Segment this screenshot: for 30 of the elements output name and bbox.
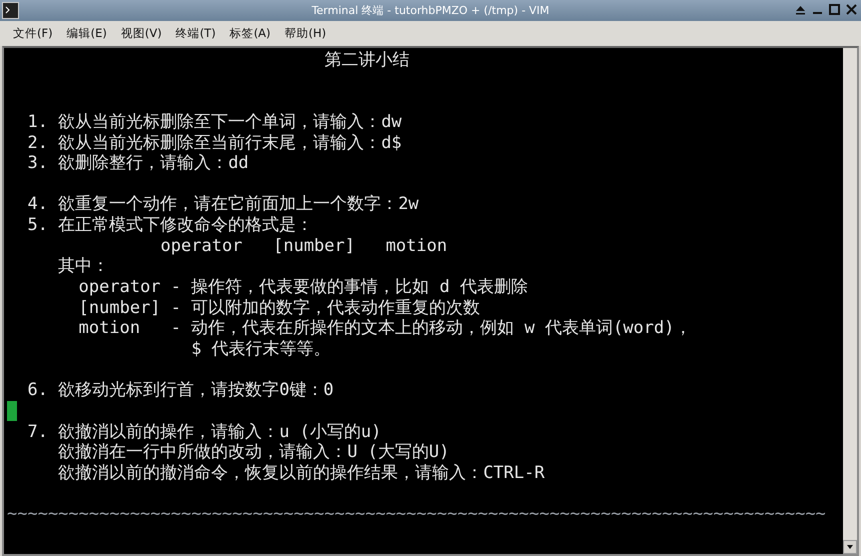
text-cursor <box>7 400 17 421</box>
text-line: operator [number] motion <box>160 236 448 256</box>
text-line: operator - 操作符，代表要做的事情，比如 d 代表删除 <box>78 277 528 298</box>
text-line: $ 代表行末等等。 <box>191 338 331 359</box>
text-line: motion - 动作，代表在所操作的文本上的移动，例如 w 代表单词(word)， <box>78 318 692 338</box>
menu-item[interactable]: 标签(A) <box>224 22 276 44</box>
text-line: 3. 欲删除整行，请输入：dd <box>27 153 249 174</box>
text-line: 4. 欲重复一个动作，请在它前面加上一个数字：2w <box>27 194 419 214</box>
menu-item[interactable]: 文件(F) <box>8 22 58 44</box>
menu-item[interactable]: 终端(T) <box>170 22 221 44</box>
empty-line-marker: ~~~~~~~~~~~~~~~~~~~~~~~~~~~~~~~~~~~~~~~~~~~~~~~~~~~~~~~~~~~~~~~~~~~~~~~~~~~~~~~~ <box>7 504 826 524</box>
text-line: 7. 欲撤消以前的操作，请输入：u (小写的u) <box>27 422 382 442</box>
text-line: 欲撤消在一行中所做的改动，请输入：U (大写的U) <box>58 442 450 462</box>
text-line: 2. 欲从当前光标删除至当前行末尾，请输入：d$ <box>27 132 402 153</box>
menu-item[interactable]: 帮助(H) <box>280 22 332 44</box>
text-line: 其中： <box>58 256 110 276</box>
text-line: [number] - 可以附加的数字，代表动作重复的次数 <box>78 298 480 318</box>
menu-item[interactable]: 视图(V) <box>116 22 167 44</box>
maximize-icon[interactable] <box>828 3 841 16</box>
text-line: 1. 欲从当前光标删除至下一个单词，请输入：dw <box>27 112 402 132</box>
scrollbar[interactable] <box>843 48 857 554</box>
scroll-down-button[interactable] <box>843 540 857 554</box>
window-title: Terminal 终端 - tutorhbPMZO + (/tmp) - VIM <box>312 3 550 19</box>
text-line: 6. 欲移动光标到行首，请按数字0键：0 <box>27 380 334 400</box>
heading-text: 第二讲小结 <box>324 50 410 70</box>
close-icon[interactable] <box>845 3 858 16</box>
terminal-icon[interactable] <box>2 2 19 19</box>
menu-item[interactable]: 编辑(E) <box>62 22 112 44</box>
text-line: 5. 在正常模式下修改命令的格式是： <box>27 215 314 236</box>
text-line: 欲撤消以前的撤消命令，恢复以前的操作结果，请输入：CTRL-R <box>58 462 545 483</box>
